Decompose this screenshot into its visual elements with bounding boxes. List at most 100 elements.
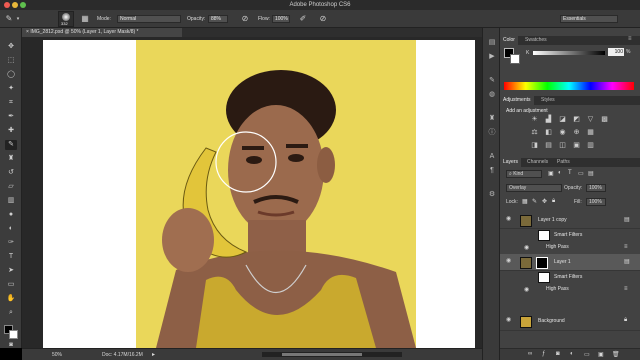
layer-filter-select[interactable]: ⌕ Kind	[506, 170, 542, 178]
zoom-tool-icon[interactable]: ⌕	[5, 308, 17, 318]
filter-options-icon[interactable]: ≡	[624, 244, 628, 250]
link-layers-icon[interactable]: ∞	[528, 351, 532, 357]
vibrance-icon[interactable]: ▽	[586, 116, 595, 124]
move-tool-icon[interactable]: ✥	[5, 42, 17, 52]
horizontal-scrollbar[interactable]	[262, 352, 402, 357]
curves-icon[interactable]: ◪	[558, 116, 567, 124]
layer-row-layer-1-copy[interactable]: ◉ Layer 1 copy ▤	[500, 212, 640, 229]
eraser-tool-icon[interactable]: ▱	[5, 182, 17, 192]
document-tab[interactable]: × IMG_2812.psd @ 50% (Layer 1, Layer Mas…	[22, 28, 182, 37]
hand-tool-icon[interactable]: ✋	[5, 294, 17, 304]
pen-tool-icon[interactable]: ✑	[5, 238, 17, 248]
k-value-input[interactable]: 100	[608, 48, 624, 56]
lock-all-icon[interactable]: 🔒︎	[552, 198, 555, 205]
layer-name[interactable]: Background	[538, 313, 565, 330]
visibility-eye-icon[interactable]: ◉	[524, 286, 529, 293]
history-icon[interactable]: ▤	[486, 38, 498, 48]
k-slider[interactable]	[533, 51, 605, 55]
minimize-window-button[interactable]	[12, 2, 18, 8]
pressure-size-icon[interactable]: ⊘	[318, 14, 328, 24]
brush-preset-picker[interactable]: 332	[58, 11, 74, 27]
invert-icon[interactable]: ◨	[530, 142, 539, 150]
color-spectrum-ramp[interactable]	[504, 82, 634, 90]
filter-row[interactable]: ◉ High Pass ≡	[500, 284, 640, 295]
paragraph-icon[interactable]: ¶	[486, 166, 498, 176]
healing-brush-tool-icon[interactable]: ✚	[5, 126, 17, 136]
tab-styles[interactable]: Styles	[538, 96, 558, 105]
type-tool-icon[interactable]: T	[5, 252, 17, 262]
brush-tool-icon[interactable]: ✎	[5, 140, 17, 150]
eyedropper-tool-icon[interactable]: ✒	[5, 112, 17, 122]
tab-paths[interactable]: Paths	[554, 158, 573, 167]
tab-adjustments[interactable]: Adjustments	[500, 96, 534, 105]
blend-mode-select[interactable]: Overlay	[506, 184, 562, 192]
color-background-swatch[interactable]	[510, 54, 520, 64]
lasso-tool-icon[interactable]: ◯	[5, 70, 17, 80]
filter-smart-object-icon[interactable]: ▤	[588, 170, 594, 177]
workspace-switcher[interactable]: Essentials	[560, 15, 618, 23]
layer-style-icon[interactable]: ƒ	[542, 351, 545, 357]
gradient-tool-icon[interactable]: ▥	[5, 196, 17, 206]
brush-presets-icon[interactable]: ◍	[486, 90, 498, 100]
layer-mask-thumbnail[interactable]	[536, 257, 548, 269]
filter-mask-thumbnail[interactable]	[538, 272, 550, 283]
quick-mask-icon[interactable]: ◙	[5, 340, 17, 350]
new-layer-icon[interactable]: ▣	[598, 351, 604, 358]
visibility-eye-icon[interactable]: ◉	[506, 216, 513, 223]
quick-selection-tool-icon[interactable]: ✦	[5, 84, 17, 94]
character-icon[interactable]: A	[486, 152, 498, 162]
fill-input[interactable]: 100%	[586, 198, 606, 206]
new-adjustment-layer-icon[interactable]: ◐	[570, 351, 574, 357]
lock-position-icon[interactable]: ✥	[542, 198, 547, 205]
smart-filters-row[interactable]: Smart Filters	[500, 272, 640, 283]
layer-opacity-input[interactable]: 100%	[586, 184, 606, 192]
panel-menu-icon[interactable]: ≡	[628, 36, 632, 42]
photo-filter-icon[interactable]: ◉	[558, 129, 567, 137]
lock-image-icon[interactable]: ✎	[532, 198, 537, 205]
mode-select[interactable]: Normal	[117, 15, 181, 23]
visibility-eye-icon[interactable]: ◉	[506, 258, 513, 265]
filter-row[interactable]: ◉ High Pass ≡	[500, 242, 640, 253]
visibility-eye-icon[interactable]: ◉	[506, 317, 513, 324]
zoom-level[interactable]: 50%	[52, 352, 62, 358]
brush-panel-icon[interactable]: ✎	[486, 76, 498, 86]
clone-stamp-tool-icon[interactable]: ♜	[5, 154, 17, 164]
zoom-window-button[interactable]	[20, 2, 26, 8]
black-white-icon[interactable]: ◧	[544, 129, 553, 137]
lock-transparent-icon[interactable]: ▦	[522, 198, 528, 205]
actions-icon[interactable]: ▶	[486, 52, 498, 62]
tab-channels[interactable]: Channels	[524, 158, 551, 167]
filter-mask-thumbnail[interactable]	[538, 230, 550, 241]
crop-tool-icon[interactable]: ⌗	[5, 98, 17, 108]
brush-tool-preset-icon[interactable]: ✎	[3, 14, 15, 24]
posterize-icon[interactable]: ▤	[544, 142, 553, 150]
gradient-map-icon[interactable]: ▥	[586, 142, 595, 150]
photo-layer[interactable]	[136, 40, 416, 348]
layer-name[interactable]: Layer 1	[554, 254, 571, 271]
pressure-opacity-icon[interactable]: ⊘	[240, 14, 250, 24]
filter-pixel-icon[interactable]: ▣	[548, 170, 554, 177]
info-icon[interactable]: ⓘ	[486, 128, 498, 138]
brush-panel-toggle-icon[interactable]: ▦	[80, 14, 90, 24]
blur-tool-icon[interactable]: ●	[5, 210, 17, 220]
layer-row-layer-1-selected[interactable]: ◉ Layer 1 ▤	[500, 254, 640, 271]
flow-input[interactable]: 100%	[272, 15, 290, 23]
threshold-icon[interactable]: ◫	[558, 142, 567, 150]
clone-source-icon[interactable]: ♜	[486, 114, 498, 124]
smart-filters-row[interactable]: Smart Filters	[500, 230, 640, 241]
path-selection-tool-icon[interactable]: ➤	[5, 266, 17, 276]
scrollbar-thumb[interactable]	[282, 353, 362, 356]
tab-layers[interactable]: Layers	[500, 158, 522, 167]
color-lookup-icon[interactable]: ▦	[586, 129, 595, 137]
selective-color-icon[interactable]: ▣	[572, 142, 581, 150]
opacity-input[interactable]: 88%	[208, 15, 228, 23]
status-menu-arrow-icon[interactable]: ▸	[152, 351, 155, 358]
visibility-eye-icon[interactable]: ◉	[524, 244, 529, 251]
trash-icon[interactable]: 🗑︎	[612, 351, 620, 358]
properties-icon[interactable]: ⚙	[486, 190, 498, 200]
color-balance-icon[interactable]: ⚖	[530, 129, 539, 137]
tab-color[interactable]: Color	[500, 36, 518, 45]
document-size-info[interactable]: Doc: 4.17M/16.2M	[102, 352, 143, 358]
filter-shape-icon[interactable]: ▭	[578, 170, 584, 177]
tab-swatches[interactable]: Swatches	[522, 36, 550, 45]
